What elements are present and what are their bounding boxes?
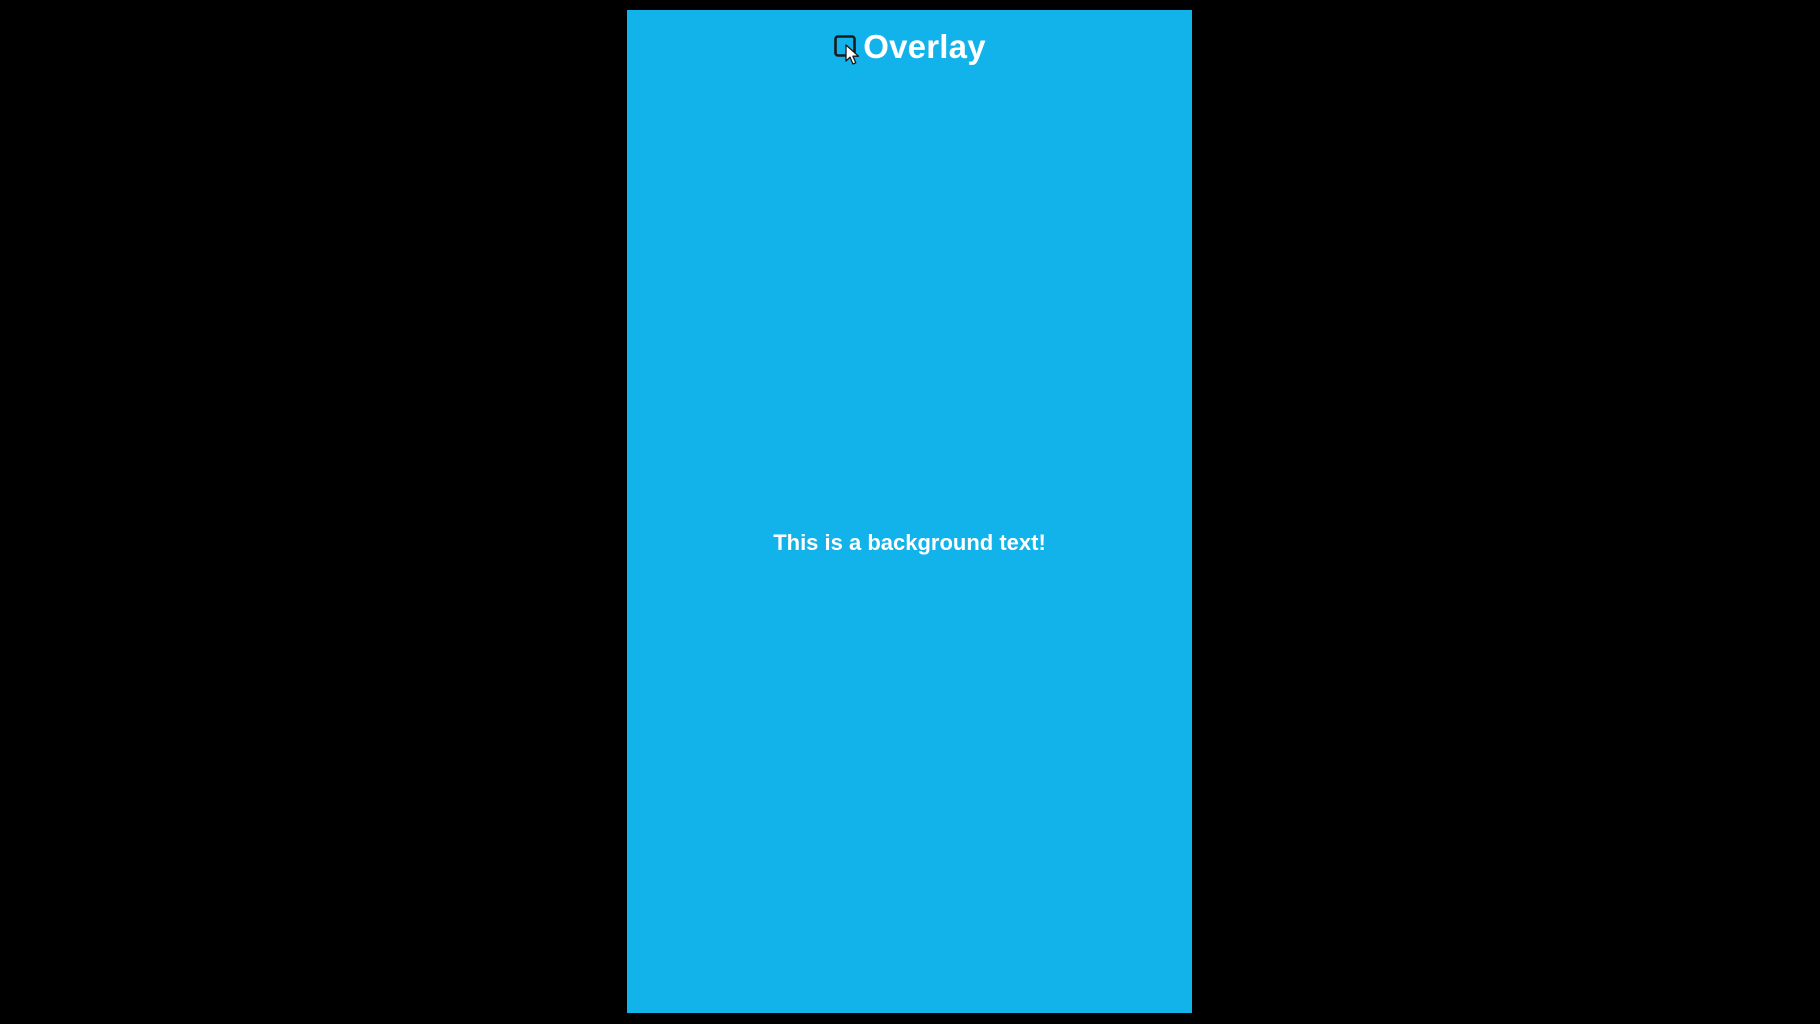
screen-stage: Overlay This is a background text! xyxy=(0,0,1820,1024)
app-header: Overlay xyxy=(627,24,1192,68)
app-title: Overlay xyxy=(863,27,986,65)
checkbox-outline-icon xyxy=(834,35,857,57)
background-text: This is a background text! xyxy=(773,530,1046,555)
app-screen: Overlay This is a background text! xyxy=(627,10,1192,1013)
overlay-toggle-checkbox[interactable] xyxy=(833,34,860,65)
